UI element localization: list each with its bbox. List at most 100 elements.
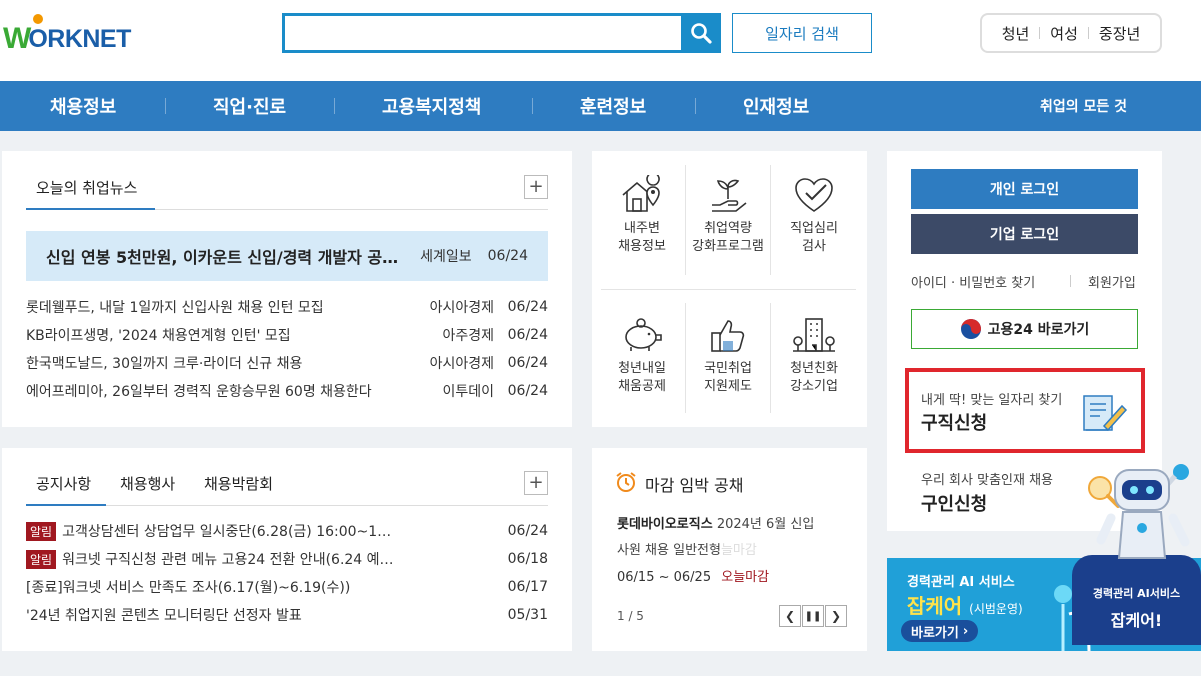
go-employment24-button[interactable]: 고용24 바로가기 — [911, 309, 1138, 349]
search-button[interactable] — [681, 13, 721, 53]
nav-divider — [334, 98, 335, 114]
grid-divider — [601, 289, 856, 290]
service-psych-test[interactable]: 직업심리 검사 — [771, 170, 857, 256]
tab-job-fair[interactable]: 채용박람회 — [204, 473, 273, 494]
news-item[interactable]: 롯데웰푸드, 내달 1일까지 신입사원 채용 인턴 모집 아시아경제 06/24 — [26, 297, 548, 317]
recruit-title[interactable]: 구인신청 — [921, 490, 987, 516]
news-title: 한국맥도날드, 30일까지 크루·라이더 신규 채용 — [26, 356, 303, 372]
deadline-desc-2: 사원 채용 일반전형 — [617, 543, 721, 558]
nav-item-welfare[interactable]: 고용복지정책 — [382, 81, 481, 131]
notice-more-button[interactable]: + — [524, 471, 548, 495]
notice-item[interactable]: 알림 고객상담센터 상담업무 일시중단(6.28(금) 16:00~1… 06/… — [26, 521, 548, 541]
application-form-icon — [1082, 392, 1128, 438]
quick-link-youth[interactable]: 청년 — [1002, 23, 1030, 44]
news-title: 롯데웰푸드, 내달 1일까지 신입사원 채용 인턴 모집 — [26, 300, 324, 316]
tab-active-indicator — [26, 208, 155, 210]
service-label: 청년친화 — [790, 361, 838, 376]
service-nearby-jobs[interactable]: 내주변 채용정보 — [599, 170, 685, 256]
notice-date: 06/24 — [507, 523, 548, 539]
service-national-employment[interactable]: 국민취업 지원제도 — [685, 310, 771, 396]
alert-badge: 알림 — [26, 521, 57, 541]
nav-divider — [165, 98, 166, 114]
personal-login-button[interactable]: 개인 로그인 — [911, 169, 1138, 209]
notice-item[interactable]: [종료]워크넷 서비스 만족도 조사(6.17(월)~6.19(수)) 06/1… — [26, 577, 548, 597]
quick-links: 청년 여성 중장년 — [980, 13, 1162, 53]
robot-mascot-icon[interactable] — [1095, 462, 1195, 572]
banner-suffix: (시범운영) — [969, 602, 1023, 616]
sprout-hand-icon — [712, 179, 747, 212]
notice-title: 워크넷 구직신청 관련 메뉴 고용24 전환 안내(6.24 예… — [62, 552, 394, 568]
service-label: 채용정보 — [618, 239, 666, 254]
nav-item-training[interactable]: 훈련정보 — [580, 81, 646, 131]
house-location-icon — [622, 175, 660, 212]
tab-active-indicator — [26, 504, 106, 506]
apply-title[interactable]: 구직신청 — [921, 409, 987, 435]
news-item[interactable]: KB라이프생명, '2024 채용연계형 인턴' 모집 아주경제 06/24 — [26, 325, 548, 345]
service-label: 강화프로그램 — [692, 239, 764, 254]
banner-line-1: 경력관리 AI 서비스 — [907, 575, 1015, 590]
deadline-company: 롯데바이오로직스 — [617, 517, 713, 532]
chevron-right-icon: ❯ — [830, 609, 842, 623]
prev-button[interactable]: ❮ — [779, 605, 801, 627]
chatbot-line-1: 경력관리 AI서비스 — [1092, 587, 1181, 600]
service-label: 국민취업 — [704, 361, 752, 376]
alert-badge: 알림 — [26, 549, 57, 569]
deadline-title: 마감 임박 공채 — [645, 476, 744, 495]
nav-item-career[interactable]: 직업·진로 — [213, 81, 286, 131]
job-search-button[interactable]: 일자리 검색 — [732, 13, 872, 53]
tab-news[interactable]: 오늘의 취업뉴스 — [36, 177, 137, 198]
banner-brand: 잡케어 — [907, 594, 963, 618]
nav-all-link[interactable]: 취업의 모든 것 — [1040, 81, 1127, 131]
news-item[interactable]: 에어프레미아, 26일부터 경력직 운항승무원 60명 채용한다 이투데이 06… — [26, 381, 548, 401]
news-date: 06/24 — [507, 383, 548, 399]
find-account-link[interactable]: 아이디 · 비밀번호 찾기 — [911, 272, 1035, 291]
service-label: 채움공제 — [618, 379, 666, 394]
piggy-bank-icon — [625, 318, 662, 351]
service-youth-savings[interactable]: 청년내일 채움공제 — [599, 310, 685, 396]
company-login-button[interactable]: 기업 로그인 — [911, 214, 1138, 254]
logo-letter: W — [3, 22, 31, 55]
headline-date: 06/24 — [487, 248, 528, 264]
search-input[interactable] — [285, 16, 680, 50]
news-headline[interactable]: 신입 연봉 5천만원, 이카운트 신입/경력 개발자 공… 세계일보 06/24 — [26, 231, 548, 281]
service-label: 내주변 — [624, 221, 660, 236]
news-source: 아시아경제 — [429, 300, 494, 316]
news-title: KB라이프생명, '2024 채용연계형 인턴' 모집 — [26, 328, 291, 344]
deadline-job[interactable]: 롯데바이오로직스 2024년 6월 신입 사원 채용 일반전형늘마감 — [617, 512, 849, 564]
chevron-left-icon: ❮ — [784, 609, 796, 623]
quick-link-middle-aged[interactable]: 중장년 — [1099, 23, 1140, 44]
service-label: 직업심리 — [790, 221, 838, 236]
banner-go-button[interactable]: 바로가기 › — [901, 620, 979, 642]
quick-link-women[interactable]: 여성 — [1050, 23, 1078, 44]
search-icon — [691, 23, 712, 44]
plus-icon: + — [528, 176, 544, 197]
deadline-period: 06/15 ~ 06/25 오늘마감 — [617, 566, 769, 585]
pause-button[interactable]: ❚❚ — [802, 605, 824, 627]
thumbs-up-icon — [711, 320, 745, 352]
service-youth-friendly-company[interactable]: 청년친화 강소기업 — [771, 310, 857, 396]
news-item[interactable]: 한국맥도날드, 30일까지 크루·라이더 신규 채용 아시아경제 06/24 — [26, 353, 548, 373]
pause-icon: ❚❚ — [804, 610, 822, 622]
deadline-dates: 06/15 ~ 06/25 — [617, 570, 712, 585]
nav-item-talent[interactable]: 인재정보 — [743, 81, 809, 131]
deadline-status: 오늘마감 — [721, 570, 770, 585]
plus-icon: + — [528, 472, 544, 493]
apply-subtitle: 내게 딱! 맞는 일자리 찾기 — [921, 393, 1063, 408]
worknet-logo[interactable]: W ORKNET — [3, 14, 131, 54]
join-link[interactable]: 회원가입 — [1088, 272, 1136, 291]
news-title: 에어프레미아, 26일부터 경력직 운항승무원 60명 채용한다 — [26, 384, 372, 400]
main-nav: 채용정보 직업·진로 고용복지정책 훈련정보 인재정보 취업의 모든 것 — [0, 81, 1201, 131]
go-employment24-label: 고용24 바로가기 — [987, 322, 1090, 338]
divider — [1070, 275, 1071, 287]
tab-notice[interactable]: 공지사항 — [36, 473, 91, 494]
nav-item-jobs[interactable]: 채용정보 — [50, 81, 116, 131]
notice-item[interactable]: '24년 취업지원 콘텐츠 모니터링단 선정자 발표 05/31 — [26, 605, 548, 625]
next-button[interactable]: ❯ — [825, 605, 847, 627]
notice-item[interactable]: 알림 워크넷 구직신청 관련 메뉴 고용24 전환 안내(6.24 예… 06/… — [26, 549, 548, 569]
service-capability-program[interactable]: 취업역량 강화프로그램 — [685, 170, 771, 256]
headline-source: 세계일보 — [420, 249, 472, 265]
tab-events[interactable]: 채용행사 — [120, 473, 175, 494]
notice-date: 06/17 — [507, 579, 548, 595]
chevron-right-icon: › — [962, 623, 969, 639]
news-more-button[interactable]: + — [524, 175, 548, 199]
